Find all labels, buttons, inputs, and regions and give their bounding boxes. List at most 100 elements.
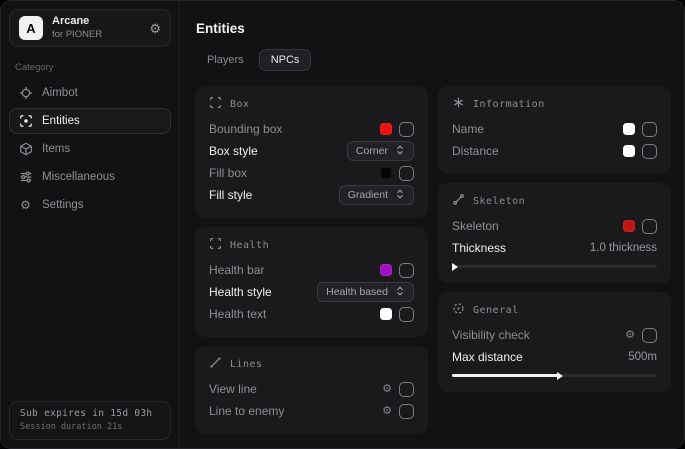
diagonal-line-icon	[209, 356, 222, 372]
setting-label: Bounding box	[209, 122, 282, 136]
setting-label: Fill box	[209, 166, 247, 180]
distance-checkbox[interactable]	[642, 144, 657, 159]
sidebar-item-entities[interactable]: Entities	[9, 108, 171, 134]
sidebar-item-label: Settings	[42, 199, 84, 211]
color-swatch[interactable]	[380, 308, 392, 320]
setting-label: Box style	[209, 144, 258, 158]
setting-row-view-line: View line ⚙	[209, 378, 414, 400]
lines-card-header: Lines	[209, 356, 414, 372]
sidebar-item-items[interactable]: Items	[9, 136, 171, 162]
visibility-check-settings-gear-icon[interactable]: ⚙	[625, 330, 635, 341]
general-card-header: General	[452, 302, 657, 318]
health-bar-checkbox[interactable]	[399, 263, 414, 278]
setting-label: Fill style	[209, 188, 252, 202]
information-card-header: Information	[452, 96, 657, 112]
row-controls	[380, 122, 414, 137]
setting-row-health-text: Health text	[209, 303, 414, 325]
setting-row-max-distance: Max distance 500m	[452, 346, 657, 368]
logo-letter: A	[26, 21, 35, 36]
app-logo: A	[19, 16, 43, 40]
setting-row-visibility-check: Visibility check ⚙	[452, 324, 657, 346]
setting-label: Name	[452, 122, 484, 136]
setting-row-skeleton: Skeleton	[452, 215, 657, 237]
setting-row-name: Name	[452, 118, 657, 140]
gear-icon: ⚙	[18, 198, 33, 213]
box-style-dropdown[interactable]: Corner	[347, 141, 414, 161]
box-card: Box Bounding box Box style Corner	[195, 86, 428, 218]
sidebar-item-miscellaneous[interactable]: Miscellaneous	[9, 164, 171, 190]
card-title: Box	[230, 99, 250, 110]
color-swatch[interactable]	[380, 167, 392, 179]
view-line-settings-gear-icon[interactable]: ⚙	[382, 384, 392, 395]
slider-handle[interactable]	[452, 263, 458, 271]
setting-label: Skeleton	[452, 219, 499, 233]
crosshair-icon	[18, 86, 33, 101]
color-swatch[interactable]	[623, 123, 635, 135]
asterisk-icon	[452, 96, 465, 112]
sub-expires-text: Sub expires in 15d 03h	[20, 408, 160, 419]
brackets-icon	[209, 237, 222, 253]
health-style-dropdown[interactable]: Health based	[317, 282, 414, 302]
row-controls	[623, 144, 657, 159]
setting-label: Thickness	[452, 241, 506, 255]
setting-row-distance: Distance	[452, 140, 657, 162]
subscription-info-card: Sub expires in 15d 03h Session duration …	[9, 401, 171, 440]
health-card: Health Health bar Health style Health ba…	[195, 227, 428, 337]
setting-row-box-style: Box style Corner	[209, 140, 414, 162]
box-card-header: Box	[209, 96, 414, 112]
dropdown-value: Gradient	[348, 189, 388, 201]
sliders-icon	[18, 170, 33, 185]
setting-label: View line	[209, 382, 257, 396]
fill-box-checkbox[interactable]	[399, 166, 414, 181]
max-distance-slider[interactable]	[452, 371, 657, 380]
setting-row-fill-box: Fill box	[209, 162, 414, 184]
category-label: Category	[15, 62, 165, 73]
line-to-enemy-settings-gear-icon[interactable]: ⚙	[382, 406, 392, 417]
unfold-icon	[395, 145, 405, 158]
setting-row-thickness: Thickness 1.0 thickness	[452, 237, 657, 259]
color-swatch[interactable]	[623, 220, 635, 232]
tab-npcs[interactable]: NPCs	[259, 49, 312, 71]
left-column: Box Bounding box Box style Corner	[195, 86, 428, 434]
skeleton-checkbox[interactable]	[642, 219, 657, 234]
brand-text: Arcane for PIONER	[52, 15, 102, 41]
sidebar-item-settings[interactable]: ⚙ Settings	[9, 192, 171, 218]
sidebar-item-aimbot[interactable]: Aimbot	[9, 80, 171, 106]
gear-icon: ⚙	[149, 21, 161, 36]
color-swatch[interactable]	[623, 145, 635, 157]
right-column: Information Name Distance	[438, 86, 671, 392]
dashed-circle-icon	[452, 302, 465, 318]
app-window: A Arcane for PIONER ⚙ Category Aimbot	[0, 0, 685, 449]
bounding-box-checkbox[interactable]	[399, 122, 414, 137]
setting-row-health-style: Health style Health based	[209, 281, 414, 303]
health-text-checkbox[interactable]	[399, 307, 414, 322]
thickness-slider[interactable]	[452, 262, 657, 271]
lines-card: Lines View line ⚙ Line to enemy ⚙	[195, 346, 428, 434]
brand-settings-button[interactable]: ⚙	[149, 22, 161, 35]
page-title: Entities	[196, 21, 671, 36]
slider-handle[interactable]	[557, 372, 563, 380]
card-title: Skeleton	[473, 196, 525, 207]
slider-track[interactable]	[452, 265, 657, 268]
setting-label: Max distance	[452, 350, 523, 364]
slider-value-text: 500m	[628, 351, 657, 363]
setting-label: Visibility check	[452, 328, 530, 342]
app-subtitle: for PIONER	[52, 29, 102, 41]
skeleton-card: Skeleton Skeleton Thickness 1.0 thicknes…	[438, 183, 671, 283]
line-to-enemy-checkbox[interactable]	[399, 404, 414, 419]
tab-bar: Players NPCs	[195, 49, 671, 71]
app-title: Arcane	[52, 15, 102, 29]
bone-icon	[452, 193, 465, 209]
sidebar-item-label: Entities	[42, 115, 80, 127]
name-checkbox[interactable]	[642, 122, 657, 137]
brand-card: A Arcane for PIONER ⚙	[9, 9, 171, 47]
setting-row-bounding-box: Bounding box	[209, 118, 414, 140]
visibility-check-checkbox[interactable]	[642, 328, 657, 343]
tab-players[interactable]: Players	[195, 49, 256, 71]
color-swatch[interactable]	[380, 123, 392, 135]
fill-style-dropdown[interactable]: Gradient	[339, 185, 414, 205]
view-line-checkbox[interactable]	[399, 382, 414, 397]
color-swatch[interactable]	[380, 264, 392, 276]
row-controls	[623, 219, 657, 234]
dropdown-value: Corner	[356, 145, 388, 157]
